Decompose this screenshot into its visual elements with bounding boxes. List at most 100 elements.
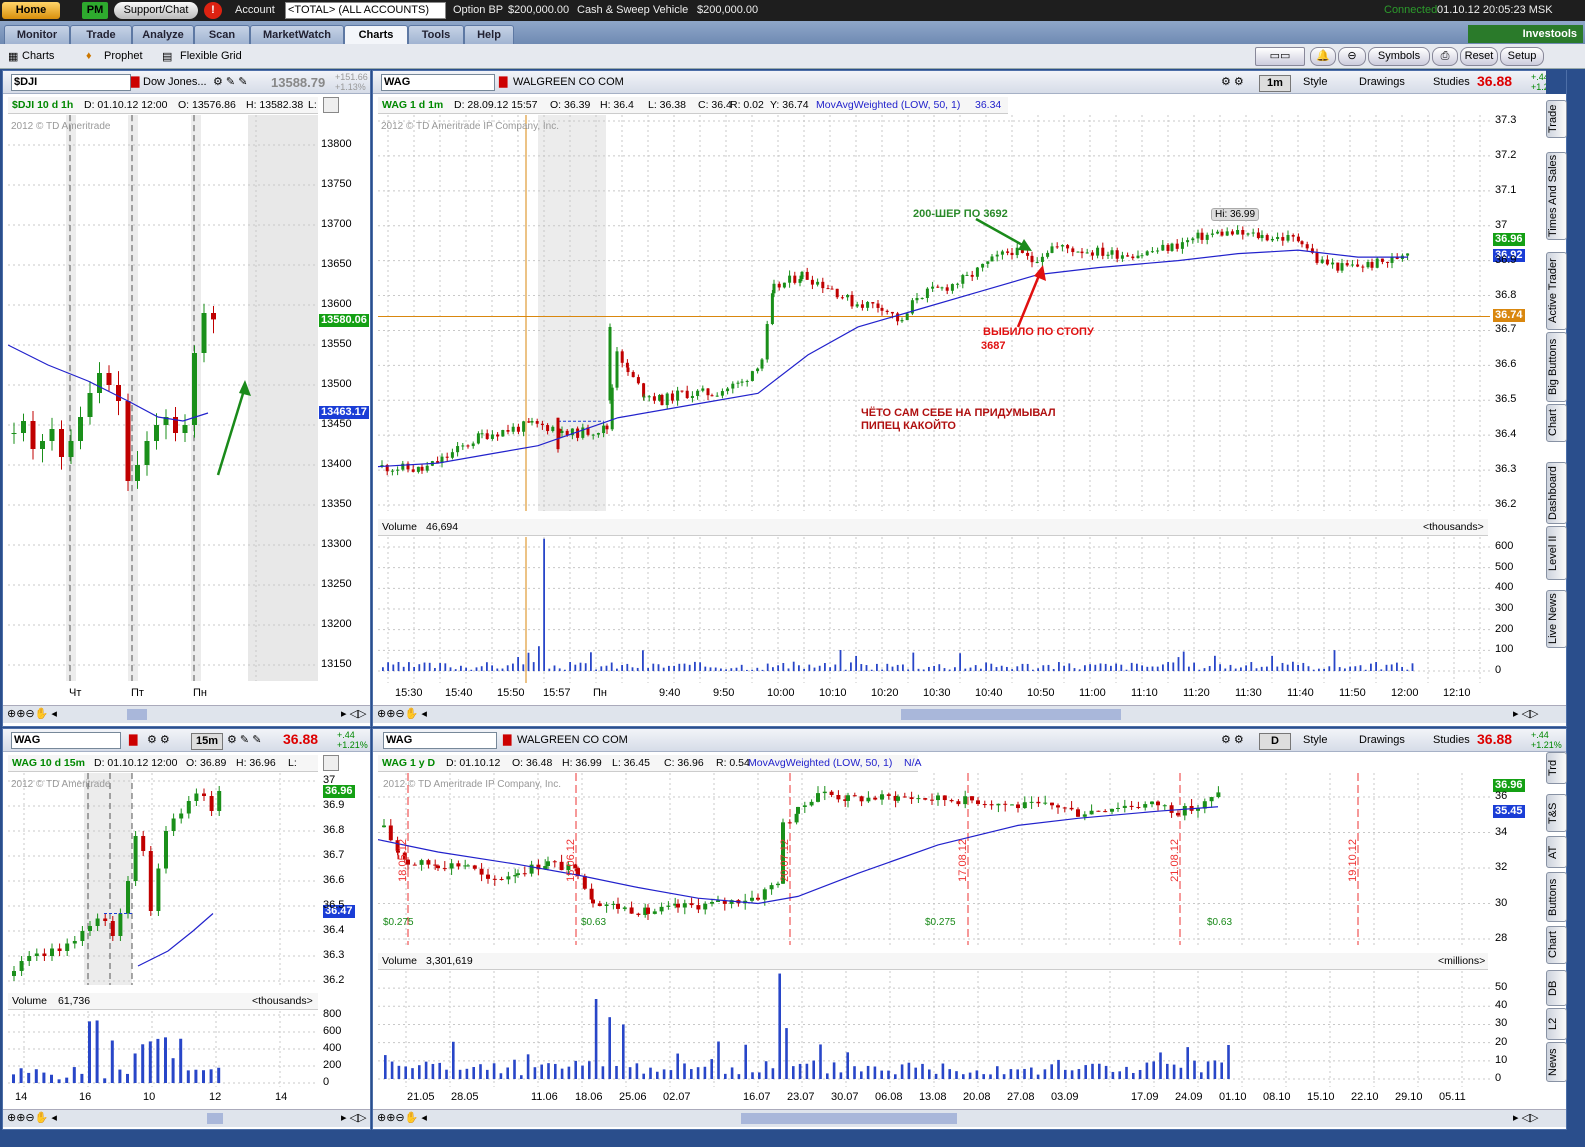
subtab-charts[interactable]: Charts [22,50,54,62]
side-button-live-news[interactable]: Live News [1546,590,1567,648]
wag-1m-vol-bar [818,665,821,671]
dji-scrollbar[interactable]: ⊕⊕⊖✋ ◂ ▸ ◁▷ [3,705,370,723]
wag-1y-studies[interactable]: Studies [1433,733,1470,748]
wag-15m-tool-icons[interactable]: ⚙ ⚙ [147,733,170,748]
side-button-lower-trd[interactable]: Trd [1546,752,1567,784]
dji-expand-icon[interactable] [323,97,339,113]
alert-icon[interactable]: ! [204,2,222,19]
wag-1y-open: O: 36.48 [512,757,553,769]
side-button-times-and-sales[interactable]: Times And Sales [1546,152,1567,240]
side-button-dashboard[interactable]: Dashboard [1546,462,1567,524]
tab-help[interactable]: Help [464,25,514,45]
side-button-lower-news[interactable]: News [1546,1042,1567,1082]
wag-1y-vol-bar [975,1070,979,1079]
wag-1m-scroll-right[interactable]: ▸ ◁▷ [1513,707,1539,720]
wag-15m-scroll-right[interactable]: ▸ ◁▷ [341,1111,367,1124]
wag-1y-tool-icons[interactable]: ⚙ ⚙ [1221,733,1244,748]
wag-1y-drawings[interactable]: Drawings [1359,733,1405,748]
wag-1m-vol-bar [1380,669,1383,671]
account-select[interactable]: <TOTAL> (ALL ACCOUNTS) [285,2,446,19]
wag-1m-vol-bar [1021,663,1024,671]
wag-1m-vol-bar [1323,668,1325,671]
wag-15m-tool-icons-2[interactable]: ⚙ ✎ ✎ [227,733,261,748]
side-button-trade[interactable]: Trade [1546,100,1567,138]
wag-1m-study-value: 36.34 [975,99,1002,111]
wag-1y-vol-bar [724,1073,727,1079]
wag-15m-aggregation[interactable]: 15m [191,733,223,750]
wag-15m-scroll-thumb[interactable] [207,1113,223,1124]
symbols-button[interactable]: Symbols [1368,47,1430,66]
tab-analyze[interactable]: Analyze [132,25,194,45]
dji-zoom-icons[interactable]: ⊕⊕⊖✋ ◂ [7,707,57,720]
wag-15m-change-pct: +1.21% [337,740,368,750]
wag-1m-aggregation[interactable]: 1m [1259,75,1291,92]
print-icon[interactable]: ⎙ [1432,47,1458,66]
wag-1y-style[interactable]: Style [1303,733,1327,748]
tab-charts[interactable]: Charts [344,25,408,45]
side-button-chart[interactable]: Chart [1546,404,1567,442]
wag-1y-aggregation[interactable]: D [1259,733,1291,750]
wag-1y-scrollbar[interactable]: ⊕⊕⊖✋ ◂ ▸ ◁▷ [373,1109,1566,1127]
dji-scroll-thumb[interactable] [127,709,147,720]
wag-15m-symbol-input[interactable]: WAG [11,732,121,749]
wag-1y-scroll-thumb[interactable] [741,1113,957,1124]
tab-marketwatch[interactable]: MarketWatch [250,25,344,45]
wag-1m-vol-bar [1354,666,1357,671]
side-button-active-trader[interactable]: Active Trader [1546,252,1567,330]
tab-trade[interactable]: Trade [70,25,132,45]
side-button-lower-at[interactable]: AT [1546,836,1567,868]
home-button[interactable]: Home [2,2,60,19]
bell-icon[interactable]: 🔔 [1310,47,1336,66]
side-button-big-buttons[interactable]: Big Buttons [1546,332,1567,402]
side-button-lower-db[interactable]: DB [1546,970,1567,1006]
wag-1m-tool-icons[interactable]: ⚙ ⚙ [1221,75,1244,90]
side-button-lower-l2[interactable]: L2 [1546,1008,1567,1040]
side-button-lower-buttons[interactable]: Buttons [1546,872,1567,922]
dji-tool-icons[interactable]: ⚙ ✎ ✎ [213,75,247,90]
side-button-lower-chart[interactable]: Chart [1546,926,1567,964]
wag-1y-symbol-input[interactable]: WAG [383,732,497,749]
wag-1m-studies[interactable]: Studies [1433,75,1470,90]
wag-15m-volume-units: <thousands> [252,995,313,1007]
wag-1y-scroll-right[interactable]: ▸ ◁▷ [1513,1111,1539,1124]
dji-symbol-input[interactable]: $DJI [11,74,131,91]
grid-layout-button[interactable]: ▭▭ [1255,47,1305,66]
tab-scan[interactable]: Scan [194,25,250,45]
wag-15m-scrollbar[interactable]: ⊕⊕⊖✋ ◂ ▸ ◁▷ [3,1109,370,1127]
wag-1m-range: R: 0.02 [730,99,764,111]
setup-button[interactable]: Setup [1500,47,1544,66]
wag-1m-price-chart [378,115,1490,511]
wag-1m-zoom-icons[interactable]: ⊕⊕⊖✋ ◂ [377,707,427,720]
wag-1m-drawings[interactable]: Drawings [1359,75,1405,90]
wag-1y-high: H: 36.99 [562,757,602,769]
reset-button[interactable]: Reset [1460,47,1498,66]
wag-1y-vol-bar [798,1063,802,1079]
link-icon[interactable]: ⊖ [1338,47,1366,66]
investools-button[interactable]: Investools [1468,25,1583,43]
subtab-flexible-grid[interactable]: Flexible Grid [180,50,242,62]
wag-15m-expand-icon[interactable] [323,755,339,771]
wag-1m-symbol-input[interactable]: WAG [381,74,495,91]
wag-1m-scrollbar[interactable]: ⊕⊕⊖✋ ◂ ▸ ◁▷ [373,705,1566,723]
side-button-lower-t-s[interactable]: T&S [1546,794,1567,832]
wag-1m-scroll-thumb[interactable] [901,709,1121,720]
wag-1m-candle [1006,251,1010,253]
dji-scroll-right[interactable]: ▸ ◁▷ [341,707,367,720]
wag-1y-vol-bar [690,1069,693,1079]
wag-1m-candle [680,390,684,392]
paper-money-badge[interactable]: PM [82,2,108,19]
wag-15m-zoom-icons[interactable]: ⊕⊕⊖✋ ◂ [7,1111,57,1124]
subtab-prophet[interactable]: Prophet [104,50,143,62]
wag-1m-style[interactable]: Style [1303,75,1327,90]
wag-1m-candle [860,304,864,308]
tab-monitor[interactable]: Monitor [4,25,70,45]
wag-1y-zoom-icons[interactable]: ⊕⊕⊖✋ ◂ [377,1111,427,1124]
wag-1y-study-value: N/A [904,757,922,769]
wag-1y-vol-bar [465,1068,469,1079]
wag-1m-vol-bar [746,669,748,671]
support-chat-button[interactable]: Support/Chat [114,2,198,19]
tab-tools[interactable]: Tools [408,25,464,45]
side-button-level-ii[interactable]: Level II [1546,526,1567,580]
wag-1m-y: Y: 36.74 [770,99,809,111]
wag-1m-vol-bar [621,664,623,671]
